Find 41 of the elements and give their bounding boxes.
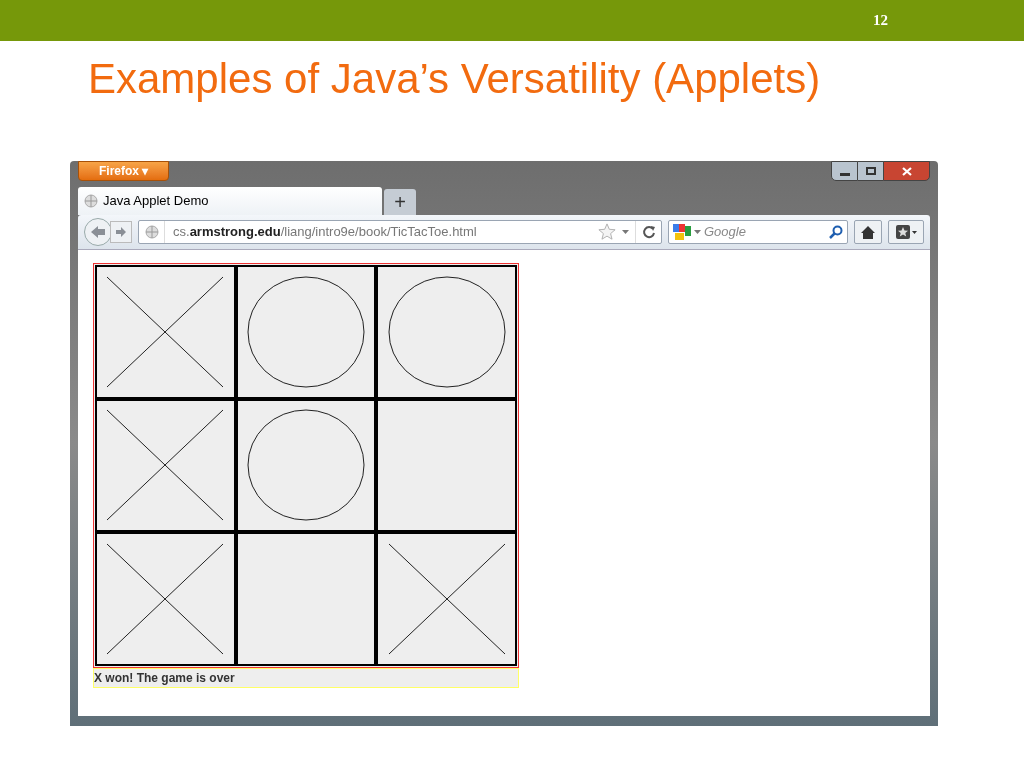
address-bar[interactable]: cs.armstrong.edu/liang/intro9e/book/TicTacToe.html — [138, 220, 662, 244]
url-text: cs.armstrong.edu/liang/intro9e/book/TicTacToe.html — [172, 223, 477, 242]
new-tab-button[interactable]: + — [384, 189, 416, 215]
dropdown-icon[interactable] — [622, 230, 629, 234]
bookmark-star-icon — [895, 225, 910, 239]
board-cell[interactable] — [235, 532, 377, 666]
minimize-icon — [839, 172, 850, 176]
home-icon — [861, 225, 875, 239]
bookmarks-button[interactable] — [888, 220, 924, 244]
globe-icon — [84, 194, 98, 208]
board-cell[interactable] — [235, 265, 377, 399]
browser-tab[interactable]: Java Applet Demo — [78, 187, 382, 215]
dropdown-icon — [911, 230, 917, 234]
search-field[interactable]: Google — [668, 220, 848, 244]
board-cell[interactable] — [376, 265, 517, 399]
search-input[interactable]: Google — [704, 222, 826, 242]
search-icon[interactable] — [829, 225, 843, 239]
back-button[interactable] — [84, 218, 112, 246]
board-cell[interactable] — [95, 398, 236, 533]
forward-button[interactable] — [110, 221, 132, 243]
status-label: X won! The game is over — [93, 668, 519, 688]
reload-icon[interactable] — [641, 225, 656, 239]
slide-number: 12 — [873, 11, 888, 31]
close-icon — [901, 166, 912, 176]
home-button[interactable] — [854, 220, 882, 244]
maximize-icon — [865, 167, 876, 175]
board-cell[interactable] — [376, 398, 517, 533]
slide-title: Examples of Java’s Versatility (Applets) — [88, 54, 821, 104]
forward-arrow-icon — [115, 226, 127, 238]
board-cell[interactable] — [95, 265, 236, 399]
board-cell[interactable] — [235, 398, 377, 533]
star-icon[interactable] — [598, 223, 616, 241]
board-cell[interactable] — [376, 532, 517, 666]
board-cell[interactable] — [95, 532, 236, 666]
dropdown-icon[interactable] — [694, 230, 701, 234]
minimize-button[interactable] — [831, 161, 858, 181]
maximize-button[interactable] — [858, 161, 883, 181]
globe-icon — [144, 225, 159, 239]
google-logo-icon — [673, 223, 691, 241]
back-arrow-icon — [90, 225, 106, 239]
close-button[interactable] — [883, 161, 930, 181]
